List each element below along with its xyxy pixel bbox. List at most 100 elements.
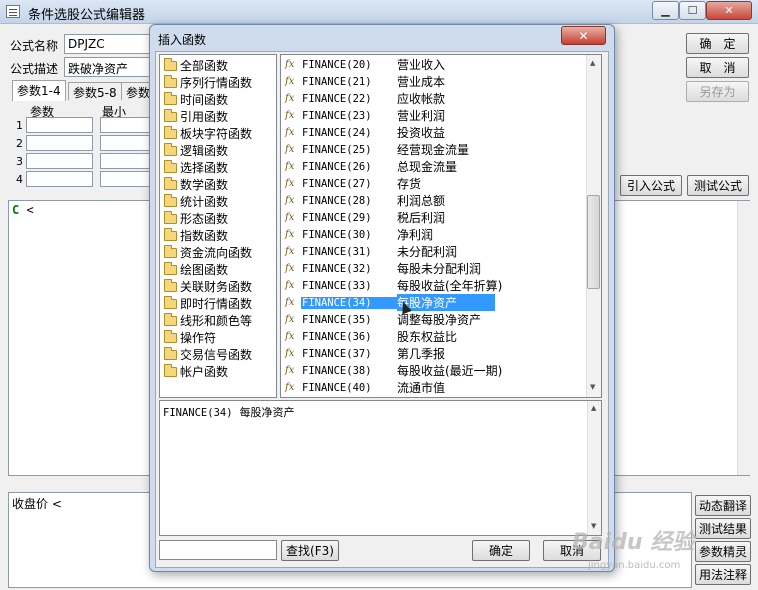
usage-notes-button[interactable]: 用法注释 [695, 564, 751, 585]
param-name-input[interactable] [26, 135, 93, 151]
function-row[interactable]: fx FINANCE(33) 每股收益(全年折算) [285, 277, 585, 294]
category-list[interactable]: 全部函数 序列行情函数 时间函数引用函数 板块字符函数 逻辑函数 选择函数 数学函数 统计函数… [159, 54, 277, 398]
function-code: FINANCE(22) [302, 92, 372, 105]
category-item[interactable]: 时间函数 [164, 91, 228, 108]
fx-icon: fx [285, 178, 295, 189]
category-item[interactable]: 交易信号函数 [164, 346, 252, 363]
function-desc: 税后利润 [397, 211, 446, 225]
find-button[interactable]: 查找(F3) [281, 540, 339, 561]
category-item[interactable]: 绘图函数 [164, 261, 228, 278]
function-row[interactable]: fx FINANCE(29) 税后利润 [285, 209, 585, 226]
function-row[interactable]: fx FINANCE(24) 投资收益 [285, 124, 585, 141]
param-min-input[interactable] [100, 117, 150, 133]
save-as-button[interactable]: 另存为 [686, 81, 749, 102]
category-item[interactable]: 数学函数 [164, 176, 228, 193]
confirm-button[interactable]: 确 定 [686, 33, 749, 54]
category-item[interactable]: 全部函数 [164, 57, 228, 74]
param-name-input[interactable] [26, 117, 93, 133]
param-min-input[interactable] [100, 171, 150, 187]
category-item[interactable]: 帐户函数 [164, 363, 228, 380]
function-row[interactable]: fx FINANCE(38) 每股收益(最近一期) [285, 362, 585, 379]
category-item[interactable]: 逻辑函数 [164, 142, 228, 159]
function-desc: 每股收益(最近一期) [397, 364, 503, 378]
scroll-up-icon[interactable]: ▲ [590, 59, 595, 67]
function-code: FINANCE(31) [302, 245, 372, 258]
description-scrollbar[interactable]: ▲ ▼ [587, 401, 601, 535]
function-row[interactable]: fx FINANCE(40) 流通市值 [285, 379, 585, 396]
scroll-up-icon[interactable]: ▲ [591, 404, 596, 412]
function-desc: 应收帐款 [397, 92, 446, 106]
category-item[interactable]: 形态函数 [164, 210, 228, 227]
function-row[interactable]: fx FINANCE(21) 营业成本 [285, 73, 585, 90]
category-label: 关联财务函数 [180, 280, 253, 294]
function-row[interactable]: fx FINANCE(25) 经营现金流量 [285, 141, 585, 158]
test-formula-button[interactable]: 测试公式 [687, 175, 749, 196]
minimize-button[interactable]: ▁ [652, 1, 679, 20]
function-row[interactable]: fx FINANCE(36) 股东权益比 [285, 328, 585, 345]
category-item[interactable]: 资金流向函数 [164, 244, 252, 261]
function-code: FINANCE(36) [302, 330, 372, 343]
category-item[interactable]: 即时行情函数 [164, 295, 252, 312]
category-label: 交易信号函数 [180, 348, 253, 362]
fx-icon: fx [285, 212, 295, 223]
category-item[interactable]: 指数函数 [164, 227, 228, 244]
function-code: FINANCE(20) [302, 58, 372, 71]
param-name-input[interactable] [26, 153, 93, 169]
dynamic-translate-button[interactable]: 动态翻译 [695, 495, 751, 516]
category-label: 指数函数 [180, 229, 229, 243]
category-label: 全部函数 [180, 59, 229, 73]
tab-params-5-8[interactable]: 参数5-8 [68, 82, 122, 100]
function-desc: 净利润 [397, 228, 434, 242]
category-item[interactable]: 板块字符函数 [164, 125, 252, 142]
folder-icon [164, 210, 177, 224]
editor-operator: < [19, 203, 34, 217]
param-name-input[interactable] [26, 171, 93, 187]
function-row[interactable]: fx FINANCE(27) 存货 [285, 175, 585, 192]
function-list[interactable]: fx FINANCE(20) 营业收入 fx FINANCE(21) 营业成本 fx FINA… [280, 54, 602, 398]
function-row[interactable]: fx FINANCE(23) 营业利润 [285, 107, 585, 124]
maximize-button[interactable]: ☐ [679, 1, 706, 20]
function-desc: 经营现金流量 [397, 143, 470, 157]
dialog-ok-button[interactable]: 确定 [472, 540, 530, 561]
param-min-input[interactable] [100, 153, 150, 169]
category-item[interactable]: 操作符 [164, 329, 216, 346]
function-row[interactable]: fx FINANCE(20) 营业收入 [285, 56, 585, 73]
formula-desc-input[interactable]: 跌破净资产 [64, 57, 154, 77]
folder-icon [164, 244, 177, 258]
function-search-input[interactable] [159, 540, 277, 560]
category-label: 引用函数 [180, 110, 229, 124]
function-row[interactable]: fx FINANCE(34) 每股净资产 [285, 294, 585, 311]
param-min-input[interactable] [100, 135, 150, 151]
param-wizard-button[interactable]: 参数精灵 [695, 541, 751, 562]
close-icon: ✕ [724, 4, 734, 17]
editor-scrollbar[interactable] [737, 201, 750, 475]
function-row[interactable]: fx FINANCE(37) 第几季报 [285, 345, 585, 362]
dialog-close-button[interactable]: ✕ [561, 26, 606, 45]
category-item[interactable]: 统计函数 [164, 193, 228, 210]
close-button[interactable]: ✕ [706, 1, 752, 20]
category-item[interactable]: 序列行情函数 [164, 74, 252, 91]
description-text: 每股净资产 [239, 406, 295, 419]
import-formula-button[interactable]: 引入公式 [620, 175, 682, 196]
function-row[interactable]: fx FINANCE(26) 总现金流量 [285, 158, 585, 175]
category-item[interactable]: 关联财务函数 [164, 278, 252, 295]
category-item[interactable]: 引用函数 [164, 108, 228, 125]
function-row[interactable]: fx FINANCE(35) 调整每股净资产 [285, 311, 585, 328]
category-label: 绘图函数 [180, 263, 229, 277]
category-item[interactable]: 选择函数 [164, 159, 228, 176]
function-row[interactable]: fx FINANCE(32) 每股未分配利润 [285, 260, 585, 277]
function-row[interactable]: fx FINANCE(22) 应收帐款 [285, 90, 585, 107]
category-item[interactable]: 线形和颜色等 [164, 312, 252, 329]
formula-name-input[interactable]: DPJZC [64, 34, 154, 54]
app-icon [6, 5, 20, 18]
function-row[interactable]: fx FINANCE(28) 利润总额 [285, 192, 585, 209]
test-result-button[interactable]: 测试结果 [695, 518, 751, 539]
function-row[interactable]: fx FINANCE(31) 未分配利润 [285, 243, 585, 260]
formula-name-label: 公式名称 [10, 39, 59, 53]
scroll-down-icon[interactable]: ▼ [590, 383, 595, 391]
cancel-button[interactable]: 取 消 [686, 57, 749, 78]
function-row[interactable]: fx FINANCE(30) 净利润 [285, 226, 585, 243]
folder-icon [164, 57, 177, 71]
tab-params-1-4[interactable]: 参数1-4 [12, 80, 66, 101]
scroll-thumb[interactable] [587, 195, 600, 289]
